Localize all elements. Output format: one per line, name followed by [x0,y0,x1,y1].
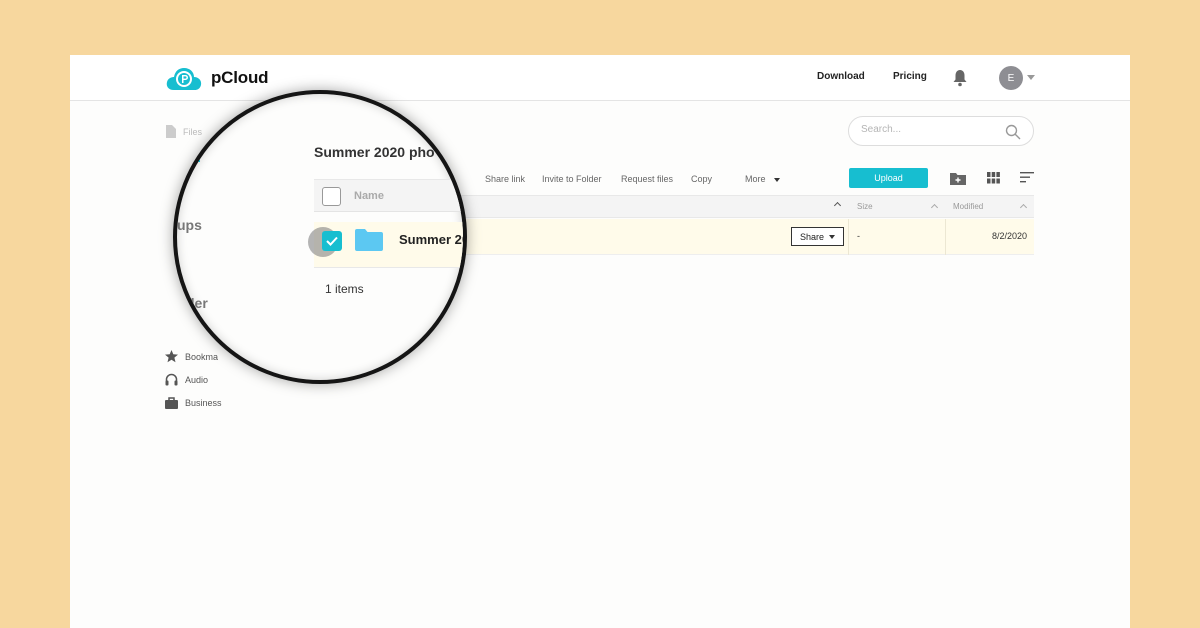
magnifier-lens: Summer 2020 pho oad Name Summer 20 0 •••… [173,90,467,384]
chevron-down-icon [829,234,836,239]
row-checkbox-checked[interactable] [322,231,342,251]
folder-icon [355,229,383,251]
more-label: More [745,174,766,184]
magnified-view: Summer 2020 pho oad Name Summer 20 0 •••… [176,94,463,380]
sort-modified-chevron-up-icon[interactable] [1019,203,1028,212]
user-avatar[interactable]: E [999,66,1023,90]
copy-button[interactable]: Copy [691,174,712,184]
invite-to-folder-button[interactable]: Invite to Folder [542,174,602,184]
column-divider [945,219,946,255]
sidebar-item-backups[interactable]: ups [177,217,202,233]
sidebar-item-business[interactable]: Business [165,397,222,409]
column-header-modified[interactable]: Modified [953,202,983,211]
tree-line [176,146,177,170]
sidebar-item-file-requests[interactable]: File [188,323,203,333]
sort-name-chevron-up-icon[interactable] [833,201,842,210]
column-header-name[interactable]: Name [354,190,384,202]
checkmark-icon [326,236,338,246]
row-size: - [857,231,860,241]
upload-button[interactable]: Upload [849,168,928,188]
sidebar-item-shared-folder[interactable]: der [186,295,208,311]
column-header-size[interactable]: Size [857,202,873,211]
row-modified: 8/2/2020 [991,231,1027,241]
chevron-down-icon [774,177,781,182]
list-icon [188,154,200,162]
search-box[interactable] [848,116,1034,146]
notifications-bell-icon[interactable] [952,69,968,87]
page-title: Summer 2020 pho [314,144,435,160]
briefcase-icon [165,397,178,409]
grid-view-icon[interactable] [987,172,1000,184]
file-icon [166,125,176,138]
brand-name: pCloud [211,68,269,87]
row-file-name[interactable]: Summer 20 [399,232,463,247]
nav-download-link[interactable]: Download [817,71,865,82]
chevron-down-icon[interactable] [1027,75,1035,80]
nav-pricing-link[interactable]: Pricing [893,71,927,82]
search-icon[interactable] [1005,124,1021,140]
search-input[interactable] [861,124,991,135]
sort-size-chevron-up-icon[interactable] [930,203,939,212]
column-divider [848,219,849,255]
row-share-button[interactable]: Share [791,227,844,246]
pcloud-logo[interactable]: pCloud [165,65,269,91]
sort-icon[interactable] [1020,172,1034,183]
sidebar-item-label: Business [185,398,222,408]
request-files-button[interactable]: Request files [621,174,673,184]
items-count: 1 items [325,282,364,296]
new-folder-icon[interactable] [950,172,966,185]
pcloud-logo-icon [166,68,202,90]
select-all-checkbox[interactable] [322,187,341,206]
more-menu-button[interactable]: More [745,174,781,184]
share-label: Share [799,231,825,242]
share-link-button[interactable]: Share link [485,174,525,184]
